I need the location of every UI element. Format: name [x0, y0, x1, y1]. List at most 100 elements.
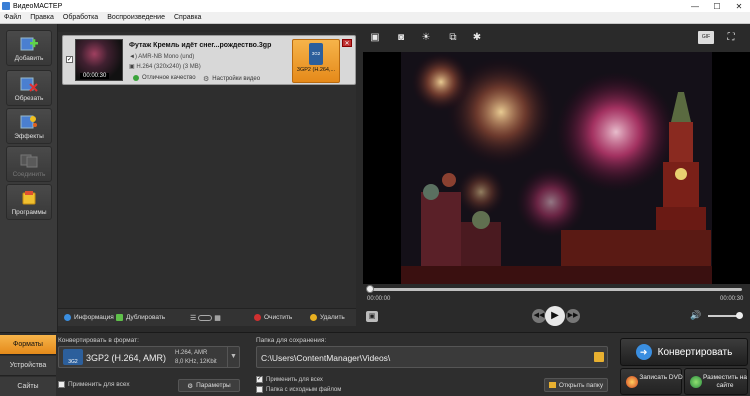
snapshot-icon[interactable]: ▣ — [366, 311, 378, 322]
tab-sites[interactable]: Сайты — [0, 377, 56, 396]
enhance-icon[interactable]: ◙ — [394, 31, 408, 44]
format-selector[interactable]: 3G2 3GP2 (H.264, AMR) H.264, AMR 8,0 KHz… — [58, 346, 240, 368]
sidebar-item-trim[interactable]: Обрезать — [6, 70, 52, 106]
window-title: ВидеоМАСТЕР — [13, 2, 63, 10]
convert-format-label: Конвертировать в формат: — [58, 337, 139, 344]
sidebar-item-label: Соединить — [12, 171, 46, 178]
current-time: 00:00:00 — [367, 296, 391, 302]
info-icon — [64, 314, 71, 321]
sidebar-item-programs[interactable]: Программы — [6, 184, 52, 220]
total-time: 00:00:30 — [720, 296, 744, 302]
browse-folder-icon[interactable] — [594, 352, 604, 362]
file-format-label: 3GP2 (H.264,... — [296, 67, 336, 73]
sidebar-item-label: Добавить — [14, 55, 44, 62]
source-folder-checkbox[interactable]: Папка с исходным файлом — [256, 386, 341, 393]
video-settings-link[interactable]: ⚙ Настройки видео — [203, 75, 260, 83]
clear-button[interactable]: Очистить — [254, 314, 292, 321]
sidebar-item-effects[interactable]: Эффекты — [6, 108, 52, 144]
save-folder-label: Папка для сохранения: — [256, 337, 327, 344]
menu-playback[interactable]: Воспроизведение — [107, 14, 165, 21]
gear-icon: ⚙ — [203, 76, 210, 83]
menu-file[interactable]: Файл — [4, 14, 21, 21]
phone-format-icon: 3G2 — [309, 43, 323, 65]
audio-icon: ◄) — [129, 54, 139, 60]
trim-icon — [20, 76, 38, 92]
title-bar: ВидеоМАСТЕР — ☐ ✕ — [0, 0, 750, 12]
chevron-down-icon[interactable]: ▼ — [227, 347, 239, 367]
app-icon — [2, 2, 10, 10]
format-name: 3GP2 (H.264, AMR) — [86, 353, 167, 363]
sidebar-item-add[interactable]: Добавить — [6, 30, 52, 66]
burn-dvd-button[interactable]: Записать DVD — [620, 368, 683, 395]
join-icon — [20, 152, 38, 168]
file-list-toolbar: Информация Дублировать ☰ ▦ Очистить Удал… — [58, 308, 356, 326]
save-folder-field[interactable]: C:\Users\ContentManager\Videos\ — [256, 346, 608, 368]
list-view-icon: ☰ — [190, 315, 197, 322]
delete-icon — [310, 314, 317, 321]
format-codec: H.264, AMR — [175, 350, 208, 356]
view-toggle[interactable]: ☰ ▦ — [190, 314, 221, 322]
sidebar-item-label: Эффекты — [14, 133, 44, 140]
duplicate-button[interactable]: Дублировать — [116, 314, 165, 321]
play-icon[interactable]: ▶ — [545, 306, 565, 326]
brightness-icon[interactable]: ☀ — [419, 31, 433, 44]
apply-folder-all-checkbox[interactable]: ✓ Применить для всех — [256, 376, 323, 383]
format-audio-params: 8,0 KHz, 12Kbit — [175, 359, 217, 365]
file-video-info: ▣ H.264 (320x240) (3 MB) — [129, 64, 201, 70]
remove-file-icon[interactable]: ✕ — [342, 39, 352, 47]
seek-knob[interactable] — [366, 285, 374, 293]
open-folder-button[interactable]: Открыть папку — [544, 378, 608, 392]
file-name: Футаж Кремль идёт снег...рождество.3gp — [129, 42, 272, 49]
file-format-button[interactable]: 3G2 3GP2 (H.264,... — [292, 39, 340, 83]
menu-bar: Файл Правка Обработка Воспроизведение Сп… — [0, 12, 750, 24]
checkbox-icon — [256, 386, 263, 393]
programs-icon — [20, 190, 38, 206]
minimize-button[interactable]: — — [684, 0, 706, 12]
file-thumbnail: 00:00:30 — [75, 39, 123, 81]
video-frame-image — [401, 52, 712, 284]
menu-edit[interactable]: Правка — [30, 14, 54, 21]
maximize-button[interactable]: ☐ — [706, 0, 728, 12]
seek-bar[interactable] — [366, 285, 742, 293]
sidebar-item-join[interactable]: Соединить — [6, 146, 52, 182]
video-preview[interactable] — [363, 52, 750, 284]
left-sidebar: Добавить Обрезать Эффекты Соединить Прог… — [0, 24, 58, 332]
tab-formats[interactable]: Форматы — [0, 335, 56, 355]
volume-icon[interactable]: 🔊 — [690, 310, 701, 321]
crop-icon[interactable]: ▣ — [368, 31, 382, 44]
file-audio-info: ◄) AMR-NB Mono (und) — [129, 54, 195, 60]
phone-format-icon: 3G2 — [63, 349, 83, 365]
menu-help[interactable]: Справка — [174, 14, 201, 21]
delete-button[interactable]: Удалить — [310, 314, 345, 321]
file-checkbox[interactable]: ✓ — [66, 56, 73, 63]
checkbox-icon: ✓ — [256, 376, 263, 383]
parameters-button[interactable]: ⚙ Параметры — [178, 379, 240, 392]
publish-web-button[interactable]: Разместить на сайте — [684, 368, 748, 395]
run-icon[interactable]: ✱ — [470, 31, 484, 44]
folder-icon — [548, 382, 556, 388]
file-list: ✓ 00:00:30 Футаж Кремль идёт снег...рожд… — [58, 32, 356, 308]
save-folder-path: C:\Users\ContentManager\Videos\ — [261, 353, 391, 363]
fullscreen-icon[interactable]: ⛶ — [724, 31, 738, 44]
tab-devices[interactable]: Устройства — [0, 356, 56, 376]
close-button[interactable]: ✕ — [728, 0, 750, 12]
previous-icon[interactable]: ◀◀ — [532, 309, 546, 323]
sidebar-item-label: Программы — [11, 209, 47, 216]
menu-processing[interactable]: Обработка — [63, 14, 98, 21]
apply-format-all-checkbox[interactable]: Применить для всех — [58, 381, 130, 388]
convert-button[interactable]: ➜ Конвертировать — [620, 338, 748, 366]
speed-icon[interactable]: ⧉ — [446, 31, 460, 44]
preview-toolbar: ▣ ◙ ☀ ⧉ ✱ GIF ⛶ — [362, 26, 750, 50]
grid-view-icon: ▦ — [214, 315, 221, 322]
next-icon[interactable]: ▶▶ — [566, 309, 580, 323]
quality-indicator-icon — [133, 75, 139, 81]
volume-knob[interactable] — [736, 312, 743, 319]
gif-icon[interactable]: GIF — [698, 31, 714, 44]
effects-icon — [20, 114, 38, 130]
duplicate-icon — [116, 314, 123, 321]
file-duration: 00:00:30 — [80, 73, 110, 79]
info-button[interactable]: Информация — [64, 314, 114, 321]
file-quality: Отличное качество — [133, 75, 196, 81]
clear-icon — [254, 314, 261, 321]
file-list-item[interactable]: ✓ 00:00:30 Футаж Кремль идёт снег...рожд… — [62, 35, 356, 85]
